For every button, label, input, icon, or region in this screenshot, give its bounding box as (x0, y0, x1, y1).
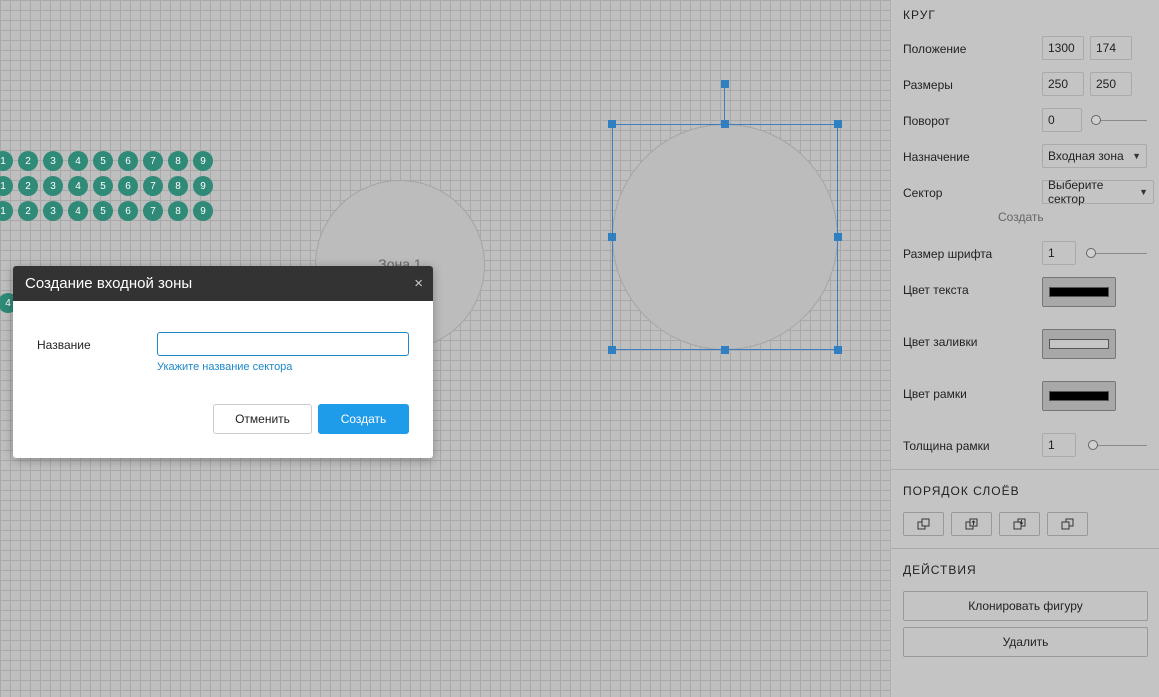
resize-handle-ne[interactable] (834, 120, 842, 128)
size-label: Размеры (903, 78, 953, 92)
purpose-select[interactable]: Входная зона ▼ (1042, 144, 1147, 168)
position-label: Положение (903, 42, 967, 56)
resize-handle-e[interactable] (834, 233, 842, 241)
border-width-input[interactable]: 1 (1042, 433, 1076, 457)
resize-handle-n[interactable] (721, 120, 729, 128)
rotation-line (724, 84, 725, 124)
seat[interactable]: 3 (43, 176, 63, 196)
section-title-layers: ПОРЯДОК СЛОЁВ (903, 484, 1020, 498)
seat[interactable]: 2 (18, 176, 38, 196)
text-color-button[interactable] (1042, 277, 1116, 307)
seat[interactable]: 4 (68, 176, 88, 196)
seat[interactable]: 2 (18, 151, 38, 171)
cancel-button[interactable]: Отменить (213, 404, 312, 434)
seat[interactable]: 9 (193, 151, 213, 171)
font-size-slider-track[interactable] (1090, 253, 1147, 254)
section-title-actions: ДЕЙСТВИЯ (903, 563, 977, 577)
name-label: Название (37, 338, 91, 352)
purpose-label: Назначение (903, 150, 970, 164)
position-y-input[interactable]: 174 (1090, 36, 1132, 60)
seat[interactable]: 9 (193, 201, 213, 221)
resize-handle-w[interactable] (608, 233, 616, 241)
name-input[interactable] (157, 332, 409, 356)
seat[interactable]: 2 (18, 201, 38, 221)
font-size-label: Размер шрифта (903, 247, 993, 261)
seat[interactable]: 5 (93, 176, 113, 196)
border-width-slider-knob[interactable] (1088, 440, 1098, 450)
divider (891, 469, 1159, 470)
bring-to-front-icon (917, 518, 929, 530)
font-size-slider-knob[interactable] (1086, 248, 1096, 258)
dialog-header: Создание входной зоны × (13, 266, 433, 301)
resize-handle-nw[interactable] (608, 120, 616, 128)
dialog-title: Создание входной зоны (25, 275, 193, 292)
seat[interactable]: 6 (118, 201, 138, 221)
text-color-swatch (1049, 287, 1109, 297)
create-sector-link[interactable]: Создать (998, 210, 1044, 224)
rotation-input[interactable]: 0 (1042, 108, 1082, 132)
divider (891, 548, 1159, 549)
chevron-down-icon: ▼ (1132, 151, 1141, 161)
seat[interactable]: 7 (143, 201, 163, 221)
sector-select[interactable]: Выберите сектор ▼ (1042, 178, 1154, 206)
rotation-slider-knob[interactable] (1091, 115, 1101, 125)
seat[interactable]: 5 (93, 201, 113, 221)
fill-color-label: Цвет заливки (903, 335, 978, 349)
seat[interactable]: 7 (143, 151, 163, 171)
border-width-slider-track[interactable] (1092, 445, 1147, 446)
seat[interactable]: 8 (168, 201, 188, 221)
sector-value: Выберите сектор (1048, 178, 1104, 206)
border-color-button[interactable] (1042, 381, 1116, 411)
resize-handle-se[interactable] (834, 346, 842, 354)
bring-forward-button[interactable] (951, 512, 992, 536)
font-size-input[interactable]: 1 (1042, 241, 1076, 265)
width-input[interactable]: 250 (1042, 72, 1084, 96)
section-title-circle: КРУГ (903, 8, 936, 22)
rotation-label: Поворот (903, 114, 950, 128)
send-backward-icon (1013, 518, 1025, 530)
create-button[interactable]: Создать (318, 404, 409, 434)
rotation-slider-track[interactable] (1095, 120, 1147, 121)
properties-panel: КРУГ Положение 1300 174 Размеры 250 250 … (890, 0, 1159, 697)
close-icon[interactable]: × (414, 275, 423, 292)
sector-label: Сектор (903, 186, 943, 200)
border-width-label: Толщина рамки (903, 439, 990, 453)
height-input[interactable]: 250 (1090, 72, 1132, 96)
seat[interactable]: 4 (68, 201, 88, 221)
seat[interactable]: 8 (168, 151, 188, 171)
resize-handle-sw[interactable] (608, 346, 616, 354)
fill-color-button[interactable] (1042, 329, 1116, 359)
seat[interactable]: 3 (43, 201, 63, 221)
name-hint: Укажите название сектора (157, 361, 293, 373)
seat[interactable]: 6 (118, 151, 138, 171)
send-to-back-icon (1061, 518, 1073, 530)
chevron-down-icon: ▼ (1139, 187, 1148, 197)
seat[interactable]: 1 (0, 151, 13, 171)
seat[interactable]: 9 (193, 176, 213, 196)
fill-color-swatch (1049, 339, 1109, 349)
create-entry-zone-dialog: Создание входной зоны × Название Укажите… (13, 266, 433, 458)
text-color-label: Цвет текста (903, 283, 969, 297)
seat[interactable]: 8 (168, 176, 188, 196)
seat[interactable]: 6 (118, 176, 138, 196)
seat[interactable]: 1 (0, 201, 13, 221)
border-color-swatch (1049, 391, 1109, 401)
rotation-handle[interactable] (721, 80, 729, 88)
seat[interactable]: 3 (43, 151, 63, 171)
clone-shape-button[interactable]: Клонировать фигуру (903, 591, 1148, 621)
selection-box (612, 124, 838, 350)
delete-button[interactable]: Удалить (903, 627, 1148, 657)
position-x-input[interactable]: 1300 (1042, 36, 1084, 60)
border-color-label: Цвет рамки (903, 387, 967, 401)
seat[interactable]: 5 (93, 151, 113, 171)
send-backward-button[interactable] (999, 512, 1040, 536)
seat[interactable]: 7 (143, 176, 163, 196)
purpose-value: Входная зона (1048, 149, 1124, 163)
seat[interactable]: 1 (0, 176, 13, 196)
resize-handle-s[interactable] (721, 346, 729, 354)
bring-to-front-button[interactable] (903, 512, 944, 536)
bring-forward-icon (965, 518, 977, 530)
send-to-back-button[interactable] (1047, 512, 1088, 536)
seat[interactable]: 4 (68, 151, 88, 171)
